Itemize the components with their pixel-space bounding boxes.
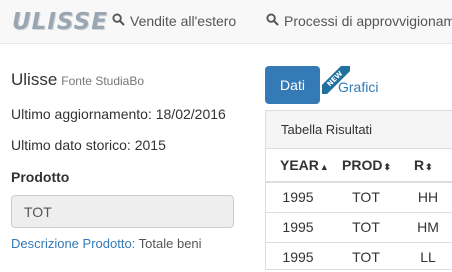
column-header-label: YEAR — [280, 157, 319, 173]
tab-grafici[interactable]: Grafici — [338, 79, 378, 95]
title-text: Ulisse — [11, 70, 58, 89]
table-cell: 1995 — [266, 211, 330, 242]
product-description: Descrizione Prodotto: Totale beni — [11, 236, 241, 251]
info-panel: Ulisse Fonte StudiaBo Ultimo aggiornament… — [11, 70, 241, 251]
table-cell: LL — [402, 241, 452, 272]
top-navbar: ULISSE Vendite all'estero Processi di ap… — [0, 0, 452, 44]
column-header-year[interactable]: YEAR▲ — [266, 149, 330, 183]
sort-icon: ⬍ — [425, 162, 433, 172]
tab-dati[interactable]: Dati — [265, 66, 320, 104]
table-row: 1995 TOT HH — [266, 181, 452, 212]
last-historical-text: Ultimo dato storico: 2015 — [11, 137, 166, 153]
search-icon — [266, 13, 279, 29]
page-title: Ulisse Fonte StudiaBo — [11, 70, 241, 91]
nav-item-vendite-estero[interactable]: Vendite all'estero — [112, 13, 236, 29]
results-table: YEAR▲ PROD⬍ R⬍ 1995 TOT HH 1995 TOT HM 1… — [266, 149, 452, 272]
column-header-prod[interactable]: PROD⬍ — [330, 149, 402, 183]
sort-icon: ⬍ — [383, 162, 391, 172]
table-row: 1995 TOT HM — [266, 211, 452, 242]
results-panel-heading: Tabella Risultati — [266, 111, 452, 149]
table-row: 1995 TOT LL — [266, 241, 452, 272]
table-cell: HM — [402, 211, 452, 242]
product-description-link[interactable]: Descrizione Prodotto: — [11, 236, 135, 251]
last-update-text: Ultimo aggiornamento: 18/02/2016 — [11, 106, 226, 122]
table-cell: TOT — [330, 241, 402, 272]
nav-item-processi-approvvigionamento[interactable]: Processi di approvvigionam — [266, 13, 452, 29]
sort-asc-icon: ▲ — [319, 162, 329, 172]
subtitle-text: Fonte StudiaBo — [61, 74, 145, 88]
product-label: Prodotto — [11, 169, 70, 185]
table-cell: 1995 — [266, 241, 330, 272]
product-description-value: Totale beni — [138, 236, 202, 251]
search-icon — [112, 13, 125, 29]
table-cell: TOT — [330, 181, 402, 212]
column-header-r[interactable]: R⬍ — [402, 149, 452, 183]
table-cell: HH — [402, 181, 452, 212]
column-header-label: R — [414, 157, 425, 173]
results-panel: Tabella Risultati YEAR▲ PROD⬍ R⬍ 1995 TO… — [265, 110, 452, 272]
table-cell: TOT — [330, 211, 402, 242]
nav-item-label: Vendite all'estero — [130, 13, 237, 29]
table-cell: 1995 — [266, 181, 330, 212]
nav-item-label: Processi di approvvigionam — [284, 13, 452, 29]
product-field[interactable]: TOT — [11, 195, 234, 228]
app-logo[interactable]: ULISSE — [12, 9, 108, 35]
column-header-label: PROD — [342, 157, 383, 173]
table-header-row: YEAR▲ PROD⬍ R⬍ — [266, 149, 452, 183]
